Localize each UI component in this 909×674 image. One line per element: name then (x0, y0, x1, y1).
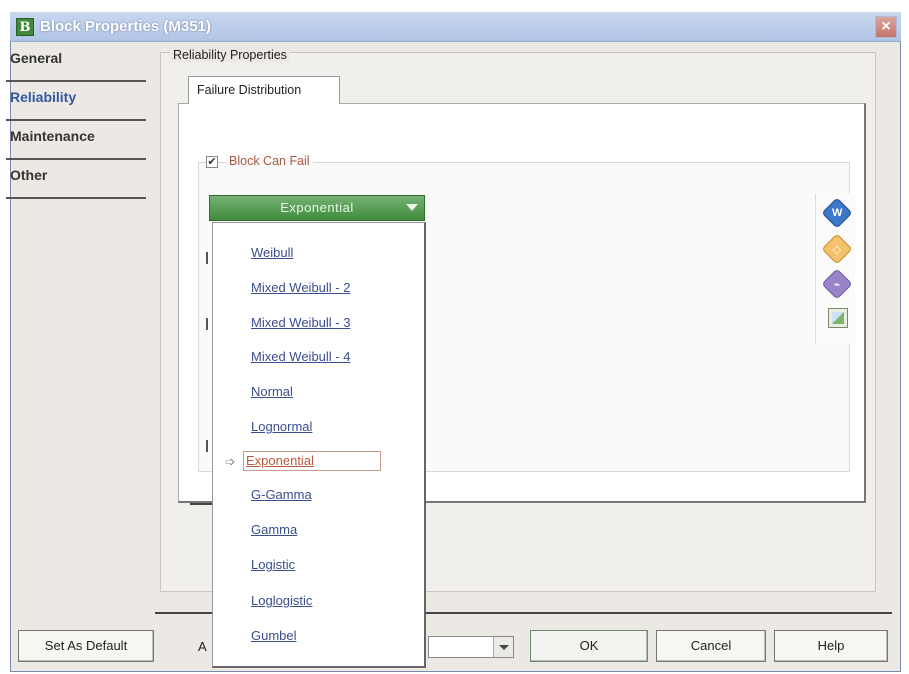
plot-icon[interactable]: ⌁ (821, 268, 853, 300)
option-logistic[interactable]: Logistic (251, 557, 295, 572)
ok-button[interactable]: OK (530, 630, 648, 662)
image-icon[interactable] (828, 308, 848, 328)
block-can-fail-checkbox[interactable]: ✔ (206, 156, 218, 168)
cancel-button[interactable]: Cancel (656, 630, 766, 662)
option-g-gamma[interactable]: G-Gamma (251, 487, 312, 502)
app-icon: B (16, 18, 34, 36)
option-mixed-weibull-4[interactable]: Mixed Weibull - 4 (251, 349, 350, 364)
diamond-icon[interactable]: ◇ (821, 233, 853, 265)
block-can-fail-label: Block Can Fail (226, 154, 313, 168)
distribution-selected-value: Exponential (280, 200, 354, 215)
nav-item-maintenance[interactable]: Maintenance (6, 122, 146, 160)
combo-label: A (198, 639, 207, 654)
arrow-right-icon: ➩ (225, 454, 236, 469)
field-marker (206, 252, 208, 264)
option-mixed-weibull-3[interactable]: Mixed Weibull - 3 (251, 315, 350, 330)
divider-line (190, 503, 214, 505)
divider-line (155, 612, 215, 614)
option-lognormal[interactable]: Lognormal (251, 419, 312, 434)
window-title: Block Properties (M351) (40, 18, 211, 35)
distribution-dropdown[interactable]: Exponential (209, 195, 425, 221)
nav-item-general[interactable]: General (6, 44, 146, 82)
option-gamma[interactable]: Gamma (251, 522, 297, 537)
footer-combo[interactable] (428, 636, 514, 658)
option-exponential[interactable]: Exponential (243, 451, 381, 471)
weibull-icon[interactable]: W (821, 197, 853, 229)
chevron-down-icon (406, 204, 418, 211)
title-bar: B Block Properties (M351) × (10, 12, 901, 42)
help-button[interactable]: Help (774, 630, 888, 662)
field-marker (206, 440, 208, 452)
option-gumbel[interactable]: Gumbel (251, 628, 297, 643)
reliability-properties-title: Reliability Properties (170, 48, 290, 62)
distribution-options-list: Weibull Mixed Weibull - 2 Mixed Weibull … (212, 222, 426, 668)
option-mixed-weibull-2[interactable]: Mixed Weibull - 2 (251, 280, 350, 295)
nav-item-other[interactable]: Other (6, 161, 146, 199)
tab-failure-distribution[interactable]: Failure Distribution (188, 76, 340, 104)
field-marker (206, 318, 208, 330)
option-weibull[interactable]: Weibull (251, 245, 293, 260)
left-nav: General Reliability Maintenance Other (6, 44, 146, 200)
option-normal[interactable]: Normal (251, 384, 293, 399)
nav-item-reliability[interactable]: Reliability (6, 83, 146, 121)
side-toolbar: W ◇ ⌁ (815, 194, 855, 344)
option-loglogistic[interactable]: Loglogistic (251, 593, 312, 608)
close-button[interactable]: × (875, 16, 897, 38)
set-as-default-button[interactable]: Set As Default (18, 630, 154, 662)
divider-line (426, 612, 892, 614)
chevron-down-icon[interactable] (493, 637, 513, 657)
